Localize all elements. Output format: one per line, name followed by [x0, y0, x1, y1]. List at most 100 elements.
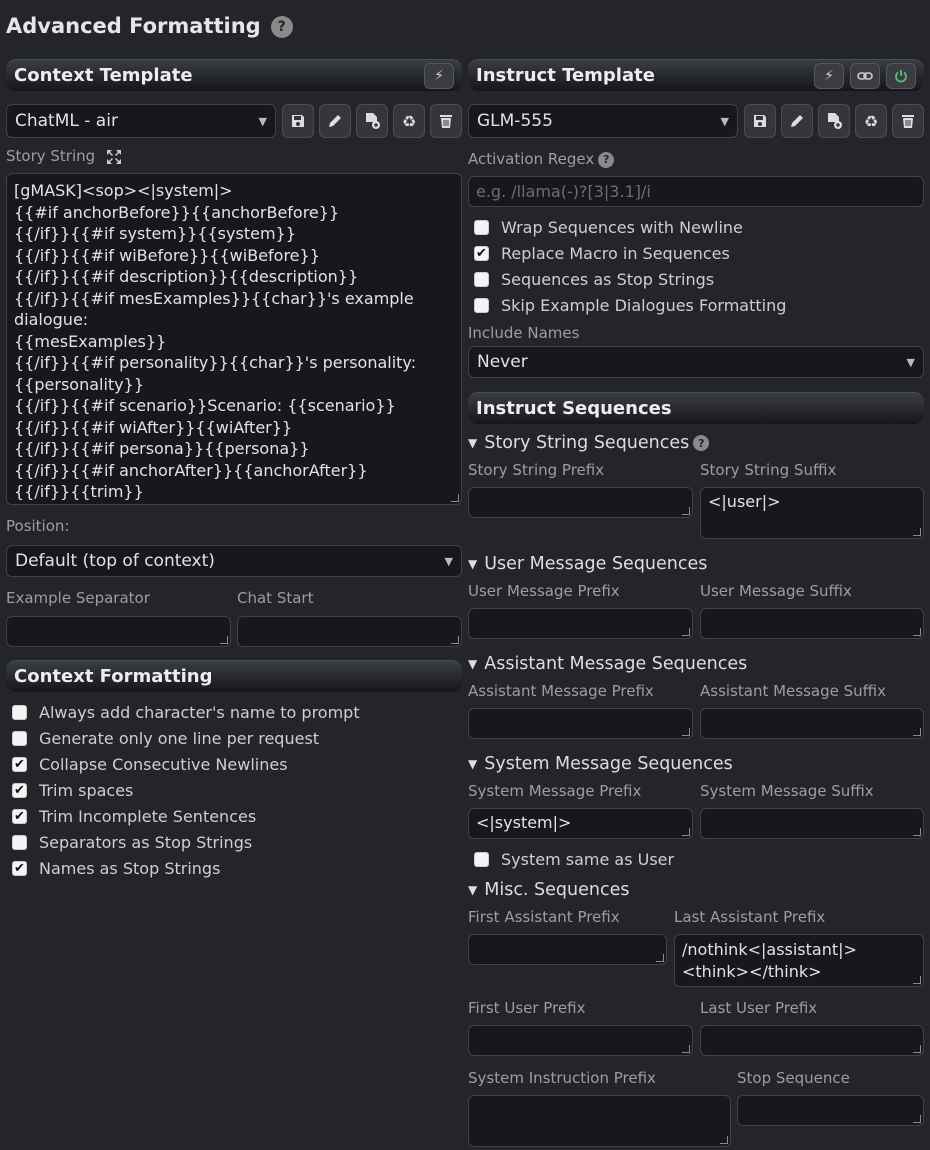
- first-assistant-prefix-input[interactable]: [468, 934, 667, 965]
- triangle-down-icon: ▼: [468, 757, 478, 771]
- stop-sequence-input[interactable]: [737, 1095, 924, 1126]
- option-label: Trim Incomplete Sentences: [39, 806, 257, 826]
- option-one-line[interactable]: Generate only one line per request: [12, 725, 360, 751]
- instruct-template-title: Instruct Template: [476, 65, 655, 86]
- maximize-icon[interactable]: [106, 149, 122, 165]
- story-string-suffix-input[interactable]: <|user|>: [700, 487, 924, 539]
- option-always-add-name[interactable]: Always add character's name to prompt: [12, 699, 360, 725]
- user-sequences-toggle[interactable]: ▼ User Message Sequences: [468, 554, 707, 574]
- chevron-down-icon: ▼: [720, 114, 729, 128]
- restore-recycle-icon[interactable]: ♻: [393, 104, 425, 138]
- instruct-preset-select[interactable]: GLM-555 ▼: [468, 104, 738, 138]
- option-trim-spaces[interactable]: ✔ Trim spaces: [12, 777, 360, 803]
- checkbox[interactable]: [12, 834, 27, 850]
- last-assistant-prefix-input[interactable]: /nothink<|assistant|> <think></think>: [674, 934, 924, 987]
- system-suffix-input[interactable]: [700, 808, 924, 839]
- story-string-textarea[interactable]: [gMASK]<sop><|system|> {{#if anchorBefor…: [6, 173, 462, 505]
- checkbox-checked[interactable]: ✔: [12, 860, 27, 876]
- new-file-icon[interactable]: [356, 104, 388, 138]
- delete-trash-icon[interactable]: [430, 104, 462, 138]
- user-prefix-input[interactable]: [468, 608, 693, 639]
- option-collapse-newlines[interactable]: ✔ Collapse Consecutive Newlines: [12, 751, 360, 777]
- help-icon[interactable]: ?: [693, 435, 710, 451]
- checkbox[interactable]: [474, 851, 489, 867]
- example-separator-label: Example Separator: [6, 589, 150, 607]
- checkbox-checked[interactable]: ✔: [12, 782, 27, 798]
- position-select[interactable]: Default (top of context) ▼: [6, 545, 462, 577]
- system-instruction-prefix-label: System Instruction Prefix: [468, 1069, 656, 1087]
- context-formatting-header: Context Formatting: [6, 660, 462, 692]
- system-sequences-toggle[interactable]: ▼ System Message Sequences: [468, 754, 733, 774]
- first-user-prefix-label: First User Prefix: [468, 999, 586, 1017]
- option-label: System same as User: [501, 849, 675, 869]
- story-string-sequences-toggle[interactable]: ▼ Story String Sequences?: [468, 433, 710, 453]
- position-value: Default (top of context): [15, 551, 215, 571]
- last-user-prefix-label: Last User Prefix: [700, 999, 818, 1017]
- activation-regex-input[interactable]: e.g. /llama(-)?[3|3.1]/i: [468, 176, 924, 207]
- last-user-prefix-input[interactable]: [700, 1025, 924, 1056]
- assistant-prefix-input[interactable]: [468, 708, 693, 739]
- bind-instruct-lightning-icon[interactable]: ⚡: [814, 62, 844, 89]
- checkbox-checked[interactable]: ✔: [12, 756, 27, 772]
- checkbox-checked[interactable]: ✔: [12, 808, 27, 824]
- option-separators-stop[interactable]: Separators as Stop Strings: [12, 829, 360, 855]
- story-string-prefix-label: Story String Prefix: [468, 461, 605, 479]
- include-names-value: Never: [477, 352, 528, 372]
- save-icon[interactable]: [282, 104, 314, 138]
- last-assistant-prefix-label: Last Assistant Prefix: [674, 908, 826, 926]
- context-preset-actions: ♻: [282, 104, 462, 138]
- assistant-sequences-toggle[interactable]: ▼ Assistant Message Sequences: [468, 654, 747, 674]
- user-suffix-input[interactable]: [700, 608, 924, 639]
- triangle-down-icon: ▼: [468, 557, 478, 571]
- checkbox[interactable]: [474, 297, 489, 313]
- option-label: Always add character's name to prompt: [39, 702, 360, 722]
- option-wrap-newline[interactable]: Wrap Sequences with Newline: [474, 214, 786, 240]
- option-label: Trim spaces: [39, 780, 134, 800]
- chevron-down-icon: ▼: [906, 355, 915, 369]
- save-icon[interactable]: [744, 104, 776, 138]
- instruct-options: Wrap Sequences with Newline ✔ Replace Mac…: [474, 214, 786, 318]
- restore-recycle-icon[interactable]: ♻: [855, 104, 887, 138]
- link-icon[interactable]: [850, 62, 880, 89]
- instruct-sequences-title: Instruct Sequences: [476, 398, 672, 419]
- power-icon[interactable]: [886, 62, 916, 89]
- help-icon[interactable]: ?: [598, 151, 615, 168]
- instruct-preset-actions: ♻: [744, 104, 924, 138]
- help-icon[interactable]: ?: [270, 16, 293, 38]
- include-names-select[interactable]: Never ▼: [468, 346, 924, 378]
- checkbox[interactable]: [474, 271, 489, 287]
- option-sequences-stop[interactable]: Sequences as Stop Strings: [474, 266, 786, 292]
- new-file-icon[interactable]: [818, 104, 850, 138]
- checkbox[interactable]: [474, 219, 489, 235]
- example-separator-input[interactable]: [6, 616, 231, 647]
- option-label: Replace Macro in Sequences: [501, 243, 730, 263]
- option-names-stop[interactable]: ✔ Names as Stop Strings: [12, 855, 360, 881]
- story-string-prefix-input[interactable]: [468, 487, 693, 518]
- misc-sequences-toggle[interactable]: ▼ Misc. Sequences: [468, 880, 630, 900]
- assistant-suffix-input[interactable]: [700, 708, 924, 739]
- chevron-down-icon: ▼: [444, 554, 453, 568]
- story-string-sequences-title: Story String Sequences: [484, 433, 690, 453]
- system-prefix-input[interactable]: <|system|>: [468, 808, 693, 839]
- rename-pencil-icon[interactable]: [319, 104, 351, 138]
- chat-start-input[interactable]: [237, 616, 462, 647]
- option-system-same-as-user[interactable]: System same as User: [474, 846, 674, 872]
- triangle-down-icon: ▼: [468, 436, 478, 450]
- context-preset-select[interactable]: ChatML - air ▼: [6, 104, 276, 138]
- context-formatting-title: Context Formatting: [14, 666, 213, 687]
- system-instruction-prefix-input[interactable]: [468, 1095, 731, 1147]
- chevron-down-icon: ▼: [258, 114, 267, 128]
- instruct-sequences-header: Instruct Sequences: [468, 392, 924, 424]
- option-replace-macro[interactable]: ✔ Replace Macro in Sequences: [474, 240, 786, 266]
- user-sequences-title: User Message Sequences: [484, 554, 708, 574]
- checkbox-checked[interactable]: ✔: [474, 245, 489, 261]
- delete-trash-icon[interactable]: [892, 104, 924, 138]
- bind-context-lightning-icon[interactable]: ⚡: [424, 62, 454, 89]
- option-skip-examples[interactable]: Skip Example Dialogues Formatting: [474, 292, 786, 318]
- checkbox[interactable]: [12, 704, 27, 720]
- triangle-down-icon: ▼: [468, 883, 478, 897]
- first-user-prefix-input[interactable]: [468, 1025, 693, 1056]
- option-trim-incomplete[interactable]: ✔ Trim Incomplete Sentences: [12, 803, 360, 829]
- checkbox[interactable]: [12, 730, 27, 746]
- rename-pencil-icon[interactable]: [781, 104, 813, 138]
